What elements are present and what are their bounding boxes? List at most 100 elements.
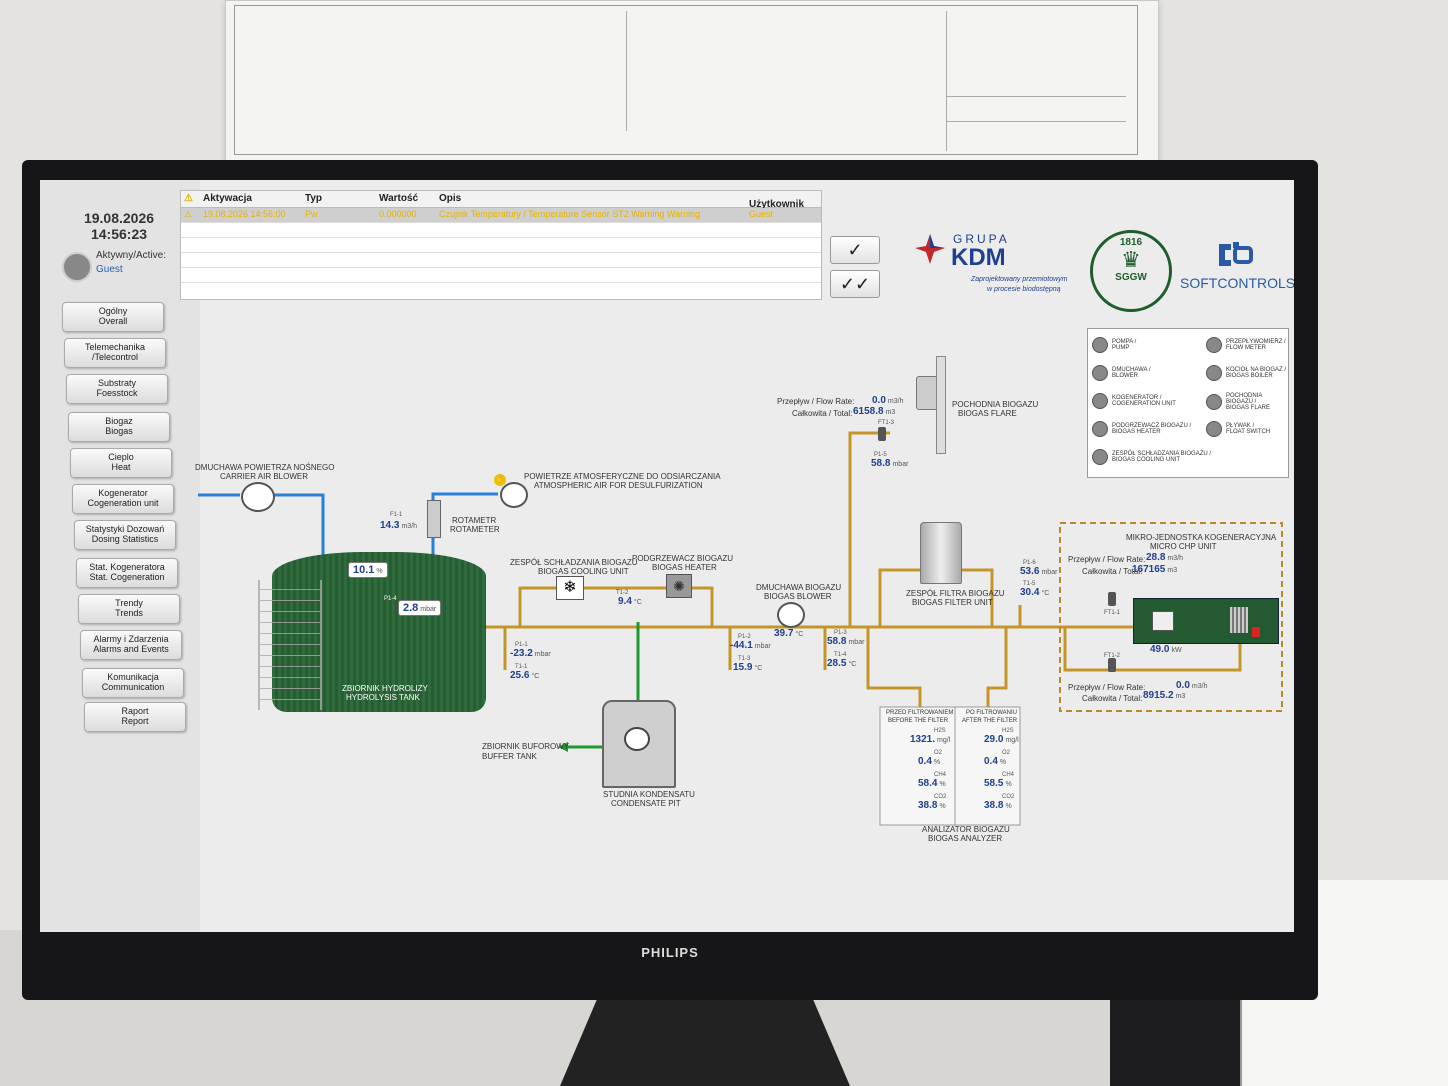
biogas-blower-icon[interactable]	[777, 602, 805, 628]
filter-p-value: 53.6 mbar	[1020, 566, 1058, 577]
chp-total2-label: Całkowita / Total:	[1082, 694, 1143, 703]
eagle-icon: ♛	[1121, 247, 1141, 272]
flow-meter-icon[interactable]	[1108, 592, 1116, 606]
atm-air-blower-icon[interactable]	[500, 482, 528, 508]
flare-p-value: 58.8 mbar	[871, 458, 909, 469]
col-activation[interactable]: Aktywacja	[203, 193, 252, 204]
nav-button[interactable]: Kogenerator Cogeneration unit	[72, 484, 174, 514]
chp-total-value: 167165 m3	[1132, 564, 1178, 575]
legend-item: POCHODNIA BIOGAZU / BIOGAS FLARE	[1206, 393, 1288, 411]
analyzer-after-pl: PO FILTROWANIU	[966, 710, 1017, 716]
scada-screen: 19.08.2026 14:56:23 Aktywny/Active: Gues…	[40, 180, 1294, 932]
chp-container[interactable]	[1133, 598, 1279, 644]
blower-label-pl: DMUCHAWA BIOGAZU	[756, 583, 842, 592]
warning-icon: ⚠	[184, 209, 193, 219]
tank-pressure-tag: P1-4	[384, 596, 397, 602]
legend-en: BLOWER	[1112, 373, 1139, 379]
alarm-row[interactable]	[181, 238, 821, 253]
heater-temp-value: 9.4 °C	[618, 596, 642, 607]
nav-label-pl: Raport	[121, 706, 149, 717]
atm-air-label-en: ATMOSPHERIC AIR FOR DESULFURIZATION	[534, 481, 703, 490]
nav-button[interactable]: Biogaz Biogas	[68, 412, 170, 442]
nav-label-en: Heat	[111, 462, 131, 472]
legend-item: KOCIOŁ NA BIOGAZ / BIOGAS BOILER	[1206, 365, 1286, 381]
legend-en: FLOAT SWITCH	[1226, 429, 1271, 435]
buffer-label-pl: ZBIORNIK BUFOROWY	[482, 742, 570, 751]
flow-meter-icon[interactable]	[878, 427, 886, 441]
analyzer-after-value: 0.4%	[984, 756, 1007, 767]
pump-icon	[1092, 337, 1108, 353]
float-switch-icon	[1206, 421, 1222, 437]
col-type[interactable]: Typ	[305, 193, 322, 204]
nav-button[interactable]: Substraty Foesstock	[66, 374, 168, 404]
chp-flow2-label: Przepływ / Flow Rate:	[1068, 683, 1146, 692]
legend-pl: POCHODNIA BIOGAZU	[1226, 393, 1263, 405]
kdm-star-icon	[915, 234, 945, 264]
alarm-activation: 19.08.2026 14:56:00	[203, 209, 286, 219]
col-description[interactable]: Opis	[439, 193, 461, 204]
col-value[interactable]: Wartość	[379, 193, 418, 204]
chp-total2-value: 8915.2 m3	[1143, 690, 1186, 701]
nav-button[interactable]: Ogólny Overall	[62, 302, 164, 332]
blower-in-p-value: -44.1 mbar	[730, 640, 771, 651]
filter-t-value: 30.4 °C	[1020, 587, 1050, 598]
alarm-row[interactable]	[181, 253, 821, 268]
blower-in-t-value: 15.9 °C	[733, 662, 763, 673]
legend-en: BIOGAS HEATER	[1112, 429, 1161, 435]
nav-label-en: Trends	[115, 608, 143, 618]
nav-label-en: Communication	[101, 682, 165, 692]
analyzer-before-en: BEFORE THE FILTER	[888, 718, 949, 724]
sggw-seal: 1816 ♛ SGGW	[1090, 230, 1172, 312]
rotameter-icon[interactable]	[427, 500, 441, 538]
flare-stack	[936, 356, 946, 454]
nav-label-en: Biogas	[105, 426, 133, 436]
filter-unit-icon[interactable]	[920, 522, 962, 584]
sggw-name: SGGW	[1115, 272, 1147, 283]
nav-label-pl: Biogaz	[105, 416, 133, 427]
condensate-pit[interactable]	[602, 700, 676, 788]
acknowledge-button[interactable]: ✓	[830, 236, 880, 264]
alarm-row[interactable]	[181, 268, 821, 283]
analyzer-after-en: AFTER THE FILTER	[962, 718, 1018, 724]
user-avatar-icon[interactable]	[62, 252, 92, 282]
legend-item: DMUCHAWA / BLOWER	[1092, 365, 1151, 381]
acknowledge-all-button[interactable]: ✓✓	[830, 270, 880, 298]
cooling-label-pl: ZESPÓŁ SCHŁADZANIA BIOGAZU	[510, 558, 638, 567]
heater-icon[interactable]: ✺	[666, 574, 692, 598]
snowflake-icon[interactable]: ❄	[556, 576, 584, 600]
legend-en: PUMP	[1112, 345, 1130, 351]
nav-button[interactable]: Raport Report	[84, 702, 186, 732]
alarm-row[interactable]	[181, 223, 821, 238]
nav-button[interactable]: Statystyki Dozowań Dosing Statistics	[74, 520, 176, 550]
nav-label-pl: Statystyki Dozowań	[85, 524, 165, 535]
nav-label-pl: Substraty	[97, 378, 136, 389]
nav-label-pl: Alarmy i Zdarzenia	[93, 634, 169, 645]
analyzer-before-value: 58.4%	[918, 778, 946, 789]
flare-flow-value: 0.0 m3/h	[872, 395, 904, 406]
nav-label-en: Foesstock	[96, 388, 138, 398]
nav-label-pl: Stat. Kogeneratora	[89, 562, 165, 573]
pit-pump-icon[interactable]	[624, 727, 650, 751]
chp-label-en: MICRO CHP UNIT	[1150, 542, 1217, 551]
nav-label-en: /Telecontrol	[91, 352, 138, 362]
nav-button[interactable]: Alarmy i Zdarzenia Alarms and Events	[80, 630, 182, 660]
legend-item: ZESPÓŁ SCHŁADZANIA BIOGAZU / BIOGAS COOL…	[1092, 449, 1211, 465]
nav-button[interactable]: Cieplo Heat	[70, 448, 172, 478]
flow-meter-icon[interactable]	[1108, 658, 1116, 672]
rotameter-label-en: ROTAMETER	[450, 525, 500, 534]
nav-button[interactable]: Trendy Trends	[78, 594, 180, 624]
analyzer-before-value: 38.8%	[918, 800, 946, 811]
nav-button[interactable]: Komunikacja Communication	[82, 668, 184, 698]
kdm-tagline-2: w procesie biodostępną	[987, 286, 1061, 293]
warning-icon: ⚠	[184, 193, 193, 204]
atm-air-label-pl: POWIETRZE ATMOSFERYCZNE DO ODSIARCZANIA	[524, 472, 721, 481]
alarm-table[interactable]: ⚠ Aktywacja Typ Wartość Opis Użytkownik …	[180, 190, 822, 300]
alarm-row[interactable]: ⚠ 19.08.2026 14:56:00 Pw 0.000000 Czujni…	[181, 208, 821, 223]
chp-flow-label: Przepływ / Flow Rate:	[1068, 555, 1146, 564]
chp-flow-value: 28.8 m3/h	[1146, 552, 1184, 563]
nav-label-en: Overall	[98, 316, 128, 326]
carrier-blower-icon[interactable]	[241, 482, 275, 512]
nav-button[interactable]: Stat. Kogeneratora Stat. Cogeneration	[76, 558, 178, 588]
nav-button[interactable]: Telemechanika/Telecontrol	[64, 338, 166, 368]
analyzer-after-value: 38.8%	[984, 800, 1012, 811]
